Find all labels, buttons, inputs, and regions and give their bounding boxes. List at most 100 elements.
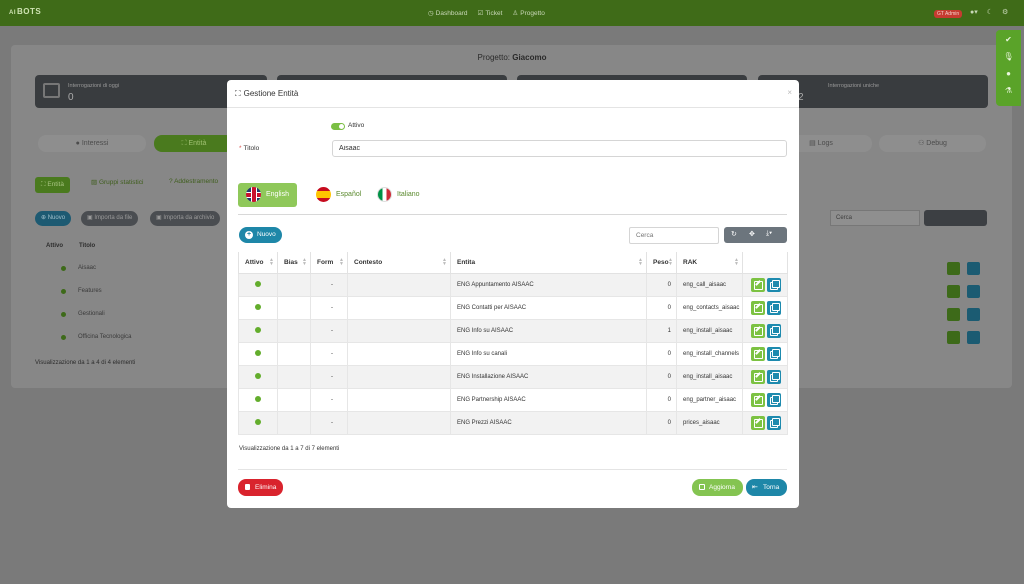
table-row: - ENG Prezzi AISAAC 0 prices_aisaac bbox=[238, 410, 788, 435]
bg-import-file-button[interactable]: ▣ Importa da file bbox=[81, 211, 139, 226]
tab-entita[interactable]: ⛶ Entità bbox=[154, 135, 234, 152]
col-contesto[interactable]: Contesto ▲ ▼ bbox=[347, 252, 451, 274]
copy-icon[interactable] bbox=[767, 392, 781, 407]
edit-icon[interactable] bbox=[751, 323, 765, 338]
titolo-input[interactable] bbox=[332, 140, 787, 157]
edit-icon[interactable] bbox=[947, 262, 960, 275]
gestione-entita-modal: ⛶Gestione Entità × Attivo *Titolo Englis… bbox=[227, 80, 799, 508]
copy-icon[interactable] bbox=[967, 308, 980, 321]
spain-flag-icon bbox=[316, 187, 331, 202]
copy-icon[interactable] bbox=[967, 331, 980, 344]
aggiorna-button[interactable]: Aggiorna bbox=[692, 479, 743, 496]
refresh-icon[interactable]: ↻ bbox=[731, 230, 737, 238]
subtab-entita[interactable]: ⛶ Entità bbox=[35, 177, 70, 193]
edit-icon[interactable] bbox=[751, 346, 765, 361]
copy-icon[interactable] bbox=[767, 415, 781, 430]
spellcheck-icon[interactable]: ✔ bbox=[996, 30, 1021, 47]
sitemap-icon: ⛶ bbox=[235, 89, 241, 98]
subtab-addestramento[interactable]: ? Addestramento bbox=[169, 178, 218, 185]
ticket-icon: ☑ bbox=[477, 10, 484, 17]
table-row: - ENG Appuntamento AISAAC 0 eng_call_ais… bbox=[238, 272, 788, 297]
edit-icon[interactable] bbox=[947, 331, 960, 344]
top-navbar: AIBOTS ◷ Dashboard ☑ Ticket ♙ Progetto GT A… bbox=[0, 0, 1024, 26]
italy-flag-icon bbox=[377, 187, 392, 202]
microphone-icon[interactable]: 🎙 bbox=[996, 47, 1021, 64]
tab-espanol[interactable]: Español bbox=[308, 183, 361, 207]
edit-icon[interactable] bbox=[947, 285, 960, 298]
torna-button[interactable]: ⇤ Torna bbox=[746, 479, 787, 496]
nav-dashboard[interactable]: ◷ Dashboard bbox=[428, 9, 467, 17]
download-icon[interactable]: ⤓▾ bbox=[766, 230, 772, 238]
table-row: - ENG Info su canali 0 eng_install_chann… bbox=[238, 341, 788, 366]
bg-table-info: Visualizzazione da 1 a 4 di 4 elementi bbox=[35, 360, 136, 366]
edit-icon[interactable] bbox=[751, 415, 765, 430]
copy-icon[interactable] bbox=[767, 346, 781, 361]
copy-icon[interactable] bbox=[767, 323, 781, 338]
edit-icon[interactable] bbox=[751, 369, 765, 384]
edit-icon[interactable] bbox=[751, 277, 765, 292]
status-dot bbox=[238, 387, 278, 412]
table-toolbar: ↻ ✥ ⤓▾ bbox=[724, 227, 787, 243]
bg-nuovo-button[interactable]: ⊕ Nuovo bbox=[35, 211, 72, 226]
nav-ticket[interactable]: ☑ Ticket bbox=[477, 9, 502, 17]
col-entita[interactable]: Entita ▲ ▼ bbox=[450, 252, 647, 274]
subtab-gruppi[interactable]: ▨ Gruppi statistici bbox=[91, 178, 143, 186]
copy-icon[interactable] bbox=[767, 300, 781, 315]
table-header-row: Attivo ▲ ▼ Bias ▲ ▼ Form ▲ ▼ Contesto ▲ ▼ Entita… bbox=[238, 252, 788, 274]
edit-icon[interactable] bbox=[947, 308, 960, 321]
chat-icon[interactable]: ● bbox=[996, 64, 1021, 81]
app-logo[interactable]: AIBOTS bbox=[9, 7, 41, 16]
tab-debug[interactable]: ⚇ Debug bbox=[879, 135, 986, 152]
tab-italiano[interactable]: Italiano bbox=[369, 183, 420, 207]
admin-badge[interactable]: GT Admin bbox=[934, 10, 963, 18]
back-icon: ⇤ bbox=[752, 484, 758, 491]
table-row: - ENG Installazione AISAAC 0 eng_install… bbox=[238, 364, 788, 389]
top-nav: ◷ Dashboard ☑ Ticket ♙ Progetto bbox=[428, 9, 545, 17]
fullscreen-icon[interactable]: ✥ bbox=[749, 230, 755, 238]
bg-search-input[interactable]: Cerca bbox=[830, 210, 920, 226]
divider bbox=[238, 469, 787, 470]
top-icons: ●▾ ☾ ⚙ bbox=[970, 8, 1008, 16]
nuovo-button[interactable]: + Nuovo bbox=[239, 227, 282, 243]
settings-icon[interactable]: ⚙ bbox=[1002, 8, 1008, 16]
bg-toolbar[interactable] bbox=[924, 210, 987, 226]
status-dot bbox=[238, 295, 278, 320]
status-dot bbox=[238, 341, 278, 366]
copy-icon[interactable] bbox=[967, 285, 980, 298]
status-dot bbox=[238, 364, 278, 389]
copy-icon[interactable] bbox=[767, 277, 781, 292]
col-attivo[interactable]: Attivo ▲ ▼ bbox=[238, 252, 278, 274]
tab-english[interactable]: English bbox=[238, 183, 297, 207]
user-menu-icon[interactable]: ●▾ bbox=[970, 8, 978, 16]
dashboard-icon: ◷ bbox=[428, 10, 434, 17]
flask-icon[interactable]: ⚗ bbox=[996, 81, 1021, 98]
col-actions bbox=[742, 252, 788, 274]
edit-icon[interactable] bbox=[751, 392, 765, 407]
save-icon bbox=[699, 484, 705, 490]
tab-interessi[interactable]: ● Interessi bbox=[38, 135, 146, 152]
moon-icon[interactable]: ☾ bbox=[987, 8, 993, 16]
close-icon[interactable]: × bbox=[787, 88, 792, 97]
col-form[interactable]: Form ▲ ▼ bbox=[310, 252, 348, 274]
table-row: - ENG Info su AISAAC 1 eng_install_aisaa… bbox=[238, 318, 788, 343]
nav-progetto[interactable]: ♙ Progetto bbox=[512, 9, 544, 17]
elimina-button[interactable]: Elimina bbox=[238, 479, 283, 496]
bg-import-archive-button[interactable]: ▣ Importa da archivio bbox=[150, 211, 221, 226]
side-tools-panel: ✔ 🎙 ● ⚗ bbox=[996, 30, 1021, 106]
col-bias[interactable]: Bias ▲ ▼ bbox=[277, 252, 311, 274]
edit-icon[interactable] bbox=[751, 300, 765, 315]
modal-header: ⛶ Gestione Entità × bbox=[227, 80, 799, 108]
search-input[interactable] bbox=[629, 227, 719, 244]
copy-icon[interactable] bbox=[967, 262, 980, 275]
col-rak[interactable]: RAK ▲ ▼ bbox=[676, 252, 743, 274]
calendar-icon bbox=[43, 83, 60, 98]
col-peso[interactable]: Peso ▲ ▼ bbox=[646, 252, 677, 274]
copy-icon[interactable] bbox=[767, 369, 781, 384]
project-title: Progetto: Giacomo bbox=[477, 53, 547, 62]
titolo-label: * Titolo bbox=[239, 145, 260, 152]
trash-icon bbox=[245, 484, 250, 490]
status-dot bbox=[238, 318, 278, 343]
status-dot bbox=[238, 410, 278, 435]
attivo-toggle[interactable] bbox=[331, 123, 345, 130]
person-icon: ♙ bbox=[512, 10, 519, 17]
